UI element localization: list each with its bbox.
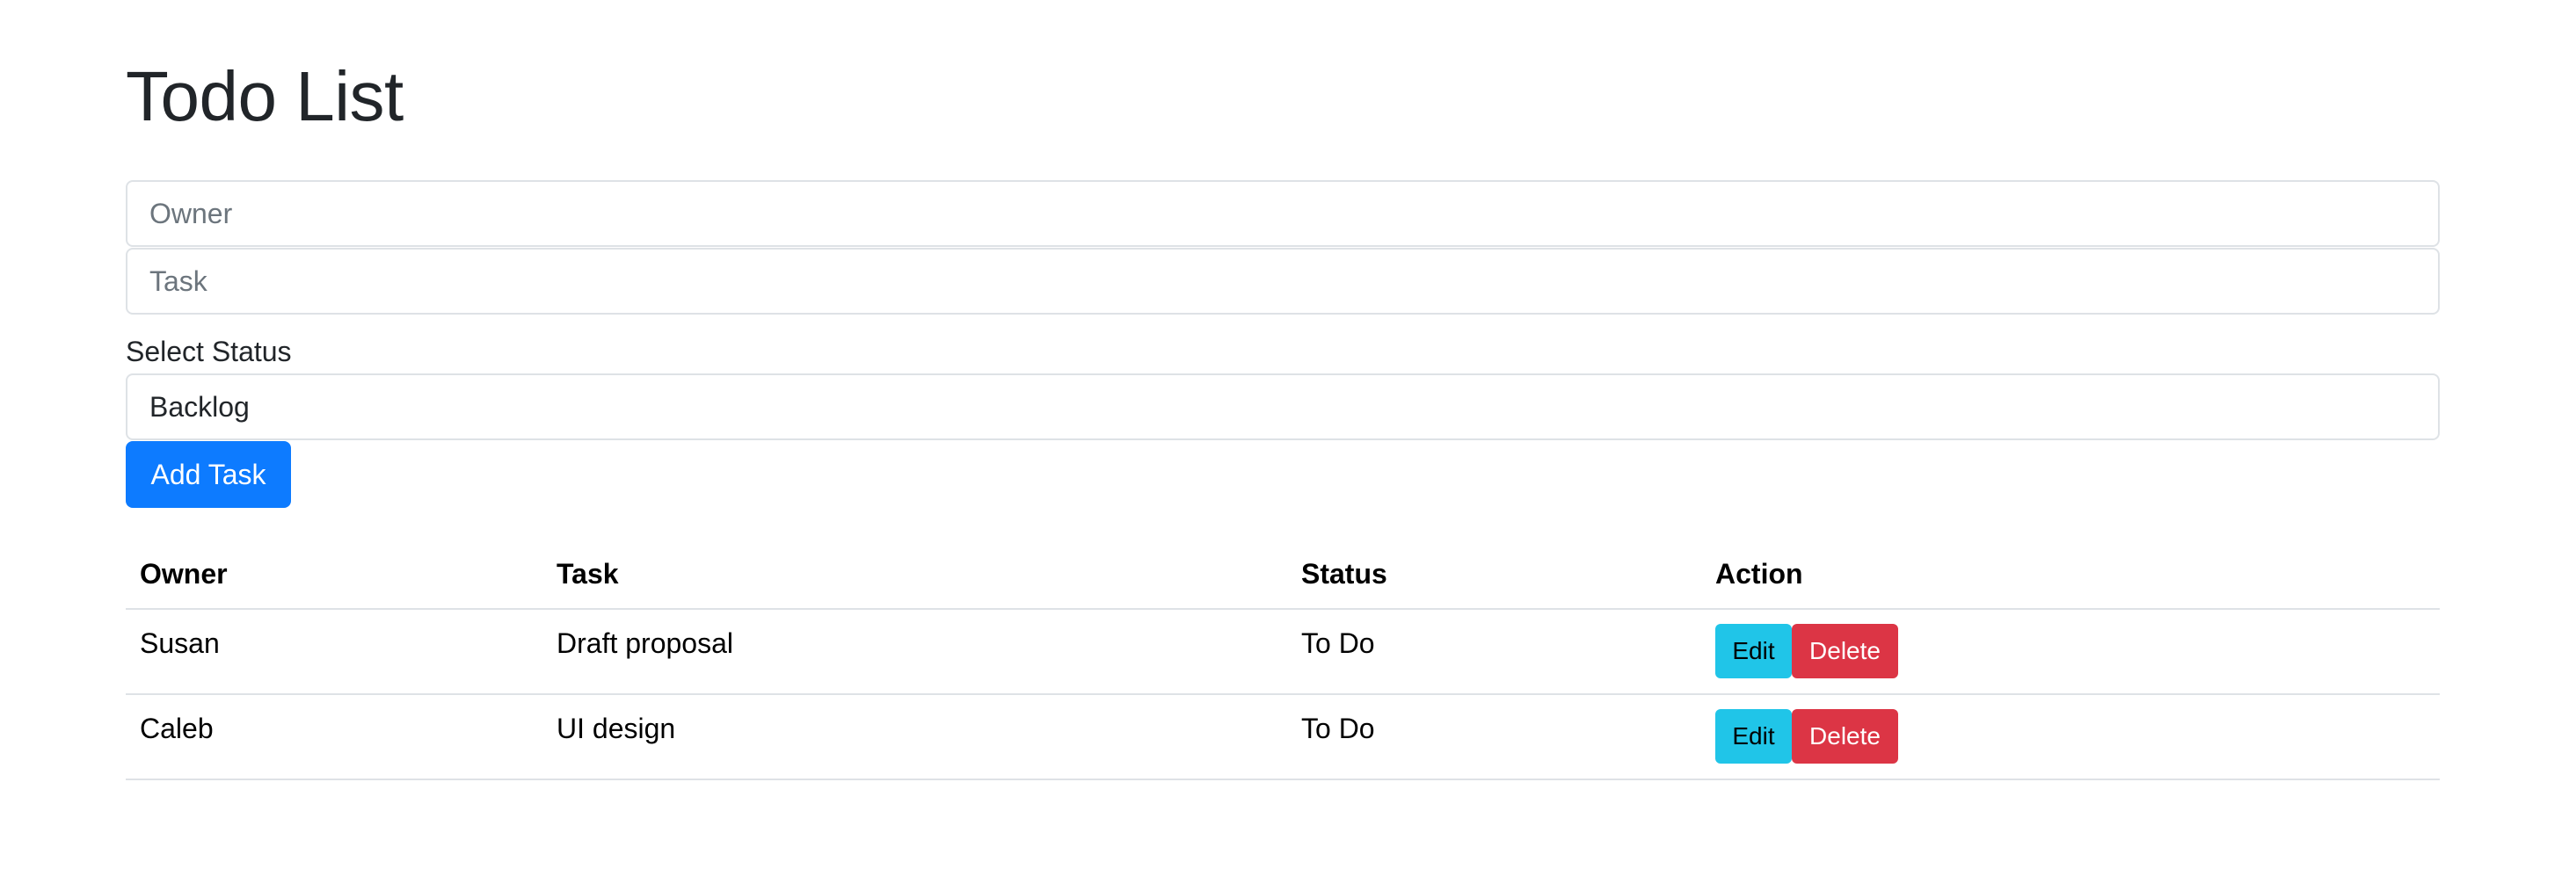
owner-cell: Caleb: [126, 694, 542, 780]
task-cell: Draft proposal: [542, 609, 1287, 695]
action-cell: Edit Delete: [1701, 609, 2440, 695]
action-cell: Edit Delete: [1701, 694, 2440, 780]
status-cell: To Do: [1287, 694, 1701, 780]
delete-button[interactable]: Delete: [1792, 624, 1898, 678]
row-actions: Edit Delete: [1715, 709, 2426, 764]
edit-button[interactable]: Edit: [1715, 624, 1792, 678]
owner-column-header: Owner: [126, 540, 542, 610]
page-title: Todo List: [126, 57, 404, 135]
table-header-row: Owner Task Status Action: [126, 540, 2440, 610]
delete-button[interactable]: Delete: [1792, 709, 1898, 764]
owner-cell: Susan: [126, 609, 542, 695]
table-row: Caleb UI design To Do Edit Delete: [126, 694, 2440, 780]
owner-input[interactable]: [126, 180, 2440, 247]
status-select[interactable]: Backlog: [126, 373, 2440, 440]
add-task-button[interactable]: Add Task: [126, 441, 291, 508]
status-select-value: Backlog: [149, 390, 250, 423]
action-column-header: Action: [1701, 540, 2440, 610]
task-cell: UI design: [542, 694, 1287, 780]
edit-button[interactable]: Edit: [1715, 709, 1792, 764]
task-table: Owner Task Status Action Susan Draft pro…: [126, 540, 2440, 780]
status-label: Select Status: [126, 336, 292, 367]
status-column-header: Status: [1287, 540, 1701, 610]
row-actions: Edit Delete: [1715, 624, 2426, 678]
status-cell: To Do: [1287, 609, 1701, 695]
task-column-header: Task: [542, 540, 1287, 610]
table-row: Susan Draft proposal To Do Edit Delete: [126, 609, 2440, 695]
task-input[interactable]: [126, 248, 2440, 315]
